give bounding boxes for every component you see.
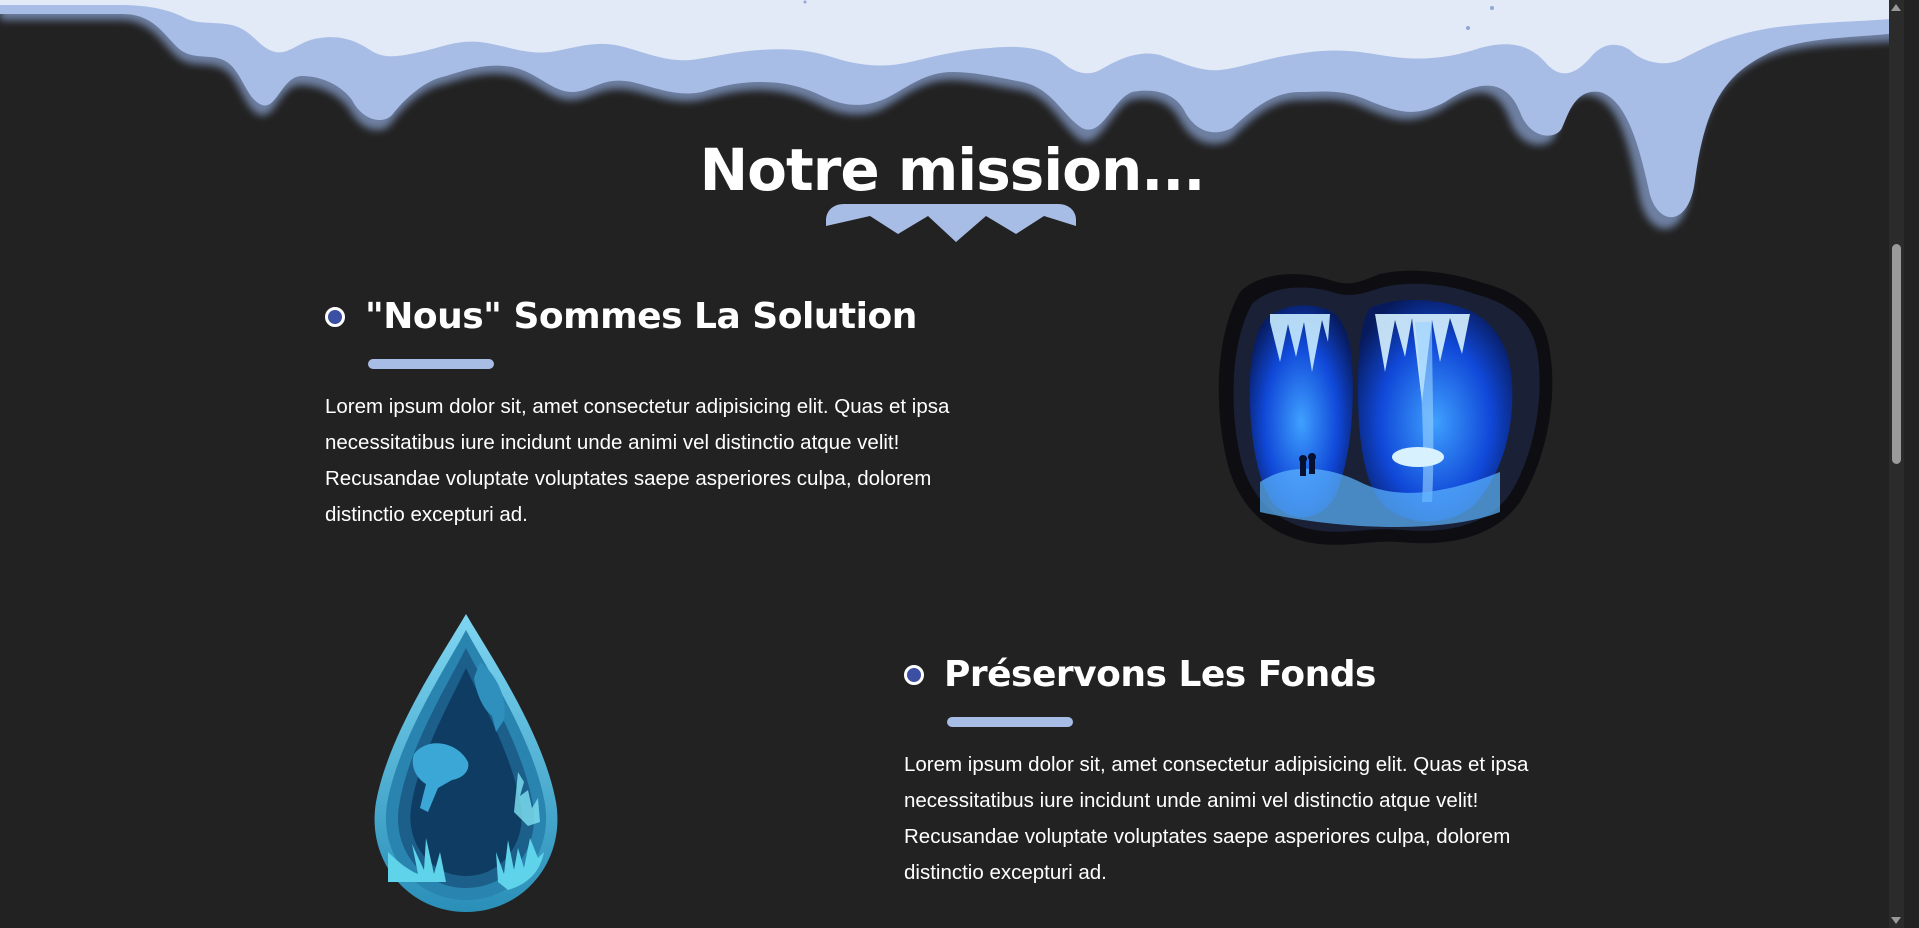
mission-heading-row: Préservons Les Fonds bbox=[904, 654, 1544, 695]
scroll-down-icon[interactable] bbox=[1891, 917, 1901, 924]
mission-section-fonds: Préservons Les Fonds Lorem ipsum dolor s… bbox=[904, 654, 1544, 891]
mission-body-text: Lorem ipsum dolor sit, amet consectetur … bbox=[904, 753, 1529, 884]
mission-heading-row: "Nous" Sommes La Solution bbox=[325, 296, 965, 337]
mission-heading: "Nous" Sommes La Solution bbox=[365, 296, 917, 337]
page-title: Notre mission... bbox=[699, 136, 1206, 204]
page-viewport: Notre mission... "Nous" Sommes La Soluti… bbox=[0, 0, 1904, 928]
circle-bullet-icon bbox=[325, 306, 345, 327]
circle-bullet-icon bbox=[904, 664, 924, 685]
scroll-up-icon[interactable] bbox=[1891, 4, 1901, 11]
vertical-scrollbar[interactable] bbox=[1889, 0, 1904, 928]
title-container: Notre mission... bbox=[0, 136, 1904, 204]
heading-underline bbox=[947, 717, 1073, 727]
ice-cave-illustration bbox=[1218, 270, 1553, 545]
mission-body-text: Lorem ipsum dolor sit, amet consectetur … bbox=[325, 395, 950, 526]
mission-section-solution: "Nous" Sommes La Solution Lorem ipsum do… bbox=[325, 296, 965, 533]
water-drop-fish-illustration bbox=[374, 614, 558, 912]
heading-underline bbox=[368, 359, 494, 369]
mission-heading: Préservons Les Fonds bbox=[944, 654, 1376, 695]
scrollbar-thumb[interactable] bbox=[1892, 244, 1901, 464]
title-zigzag-underline bbox=[826, 204, 1076, 242]
